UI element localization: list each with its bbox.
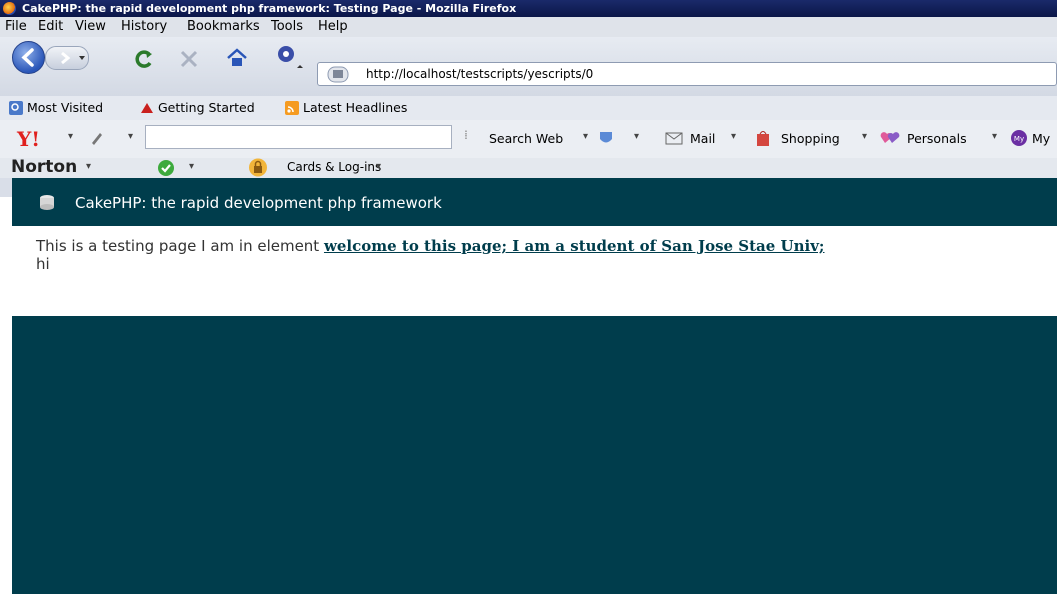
menu-help[interactable]: Help xyxy=(318,17,348,37)
url-bar[interactable]: http://localhost/testscripts/yescripts/0 xyxy=(317,62,1057,86)
getting-started-icon xyxy=(141,103,153,113)
personals-dropdown-icon[interactable]: ▾ xyxy=(992,131,997,142)
yahoo-logo-dropdown-icon[interactable]: ▾ xyxy=(68,131,73,142)
anti-spy-shield-icon[interactable] xyxy=(598,129,614,147)
menu-tools[interactable]: Tools xyxy=(271,17,303,37)
welcome-link[interactable]: welcome to this page; I am a student of … xyxy=(324,237,825,255)
toolbar-separator-icon: ⁞ xyxy=(464,127,468,142)
pencil-icon[interactable] xyxy=(90,131,104,145)
page-header: CakePHP: the rapid development php frame… xyxy=(12,178,1057,226)
menu-edit[interactable]: Edit xyxy=(38,17,63,37)
bookmark-most-visited[interactable]: Most Visited xyxy=(27,96,103,120)
menu-file[interactable]: File xyxy=(5,17,27,37)
my-yahoo-button[interactable]: My xyxy=(1032,131,1050,146)
home-icon[interactable] xyxy=(226,48,248,68)
window-title-bar: CakePHP: the rapid development php frame… xyxy=(0,0,1057,17)
body-line-2: hi xyxy=(36,255,50,273)
norton-toolbar: Norton ▾ ▾ Cards & Log-ins ▾ xyxy=(0,157,1057,178)
safe-check-dropdown-icon[interactable]: ▾ xyxy=(189,161,194,172)
svg-text:My: My xyxy=(1014,135,1024,143)
norton-dropdown-icon[interactable]: ▾ xyxy=(86,161,91,172)
cake-logo-icon xyxy=(40,195,54,210)
mail-dropdown-icon[interactable]: ▾ xyxy=(731,131,736,142)
personals-hearts-icon[interactable] xyxy=(880,131,900,145)
body-text: This is a testing page I am in element xyxy=(36,237,324,255)
most-visited-icon xyxy=(9,101,23,115)
page-footer xyxy=(12,316,1057,594)
shopping-button[interactable]: Shopping xyxy=(781,131,840,146)
search-web-dropdown-icon[interactable]: ▾ xyxy=(583,131,588,142)
lock-icon[interactable] xyxy=(248,158,268,177)
bookmarks-toolbar: Most Visited Getting Started Latest Head… xyxy=(0,96,1057,120)
search-web-button[interactable]: Search Web xyxy=(489,131,563,146)
pencil-dropdown-icon[interactable]: ▾ xyxy=(128,131,133,142)
back-arrow-icon xyxy=(21,48,34,67)
safe-check-icon[interactable] xyxy=(156,159,176,177)
rss-feed-icon xyxy=(285,101,299,115)
my-yahoo-icon[interactable]: My xyxy=(1010,129,1028,147)
cards-logins-button[interactable]: Cards & Log-ins xyxy=(287,160,381,174)
window-title: CakePHP: the rapid development php frame… xyxy=(22,2,517,15)
menu-bookmarks[interactable]: Bookmarks xyxy=(187,17,260,37)
back-button[interactable] xyxy=(12,41,45,74)
norton-logo[interactable]: Norton xyxy=(11,157,77,177)
shopping-dropdown-icon[interactable]: ▾ xyxy=(862,131,867,142)
forward-button[interactable] xyxy=(45,46,89,70)
cards-dropdown-icon[interactable]: ▾ xyxy=(376,161,381,172)
bookmark-latest-headlines[interactable]: Latest Headlines xyxy=(303,96,407,120)
url-text[interactable]: http://localhost/testscripts/yescripts/0 xyxy=(366,63,593,85)
reload-icon[interactable] xyxy=(133,48,155,70)
page-content: This is a testing page I am in element w… xyxy=(36,237,824,273)
mail-icon[interactable] xyxy=(665,132,683,145)
shopping-bag-icon[interactable] xyxy=(755,129,771,147)
personals-button[interactable]: Personals xyxy=(907,131,967,146)
yahoo-search-input[interactable] xyxy=(145,125,452,149)
menu-history[interactable]: History xyxy=(121,17,167,37)
forward-arrow-icon xyxy=(61,51,85,65)
norton-safe-search-icon[interactable] xyxy=(274,43,304,71)
yahoo-logo-icon[interactable]: Y! xyxy=(17,127,40,151)
page-header-title: CakePHP: the rapid development php frame… xyxy=(75,194,442,212)
mail-button[interactable]: Mail xyxy=(690,131,715,146)
shield-dropdown-icon[interactable]: ▾ xyxy=(634,131,639,142)
bookmark-getting-started[interactable]: Getting Started xyxy=(158,96,255,120)
menu-view[interactable]: View xyxy=(75,17,106,37)
stop-icon[interactable] xyxy=(179,49,199,69)
site-identity-icon[interactable] xyxy=(327,66,349,83)
menu-bar: File Edit View History Bookmarks Tools H… xyxy=(0,17,1057,37)
firefox-icon xyxy=(3,2,16,15)
